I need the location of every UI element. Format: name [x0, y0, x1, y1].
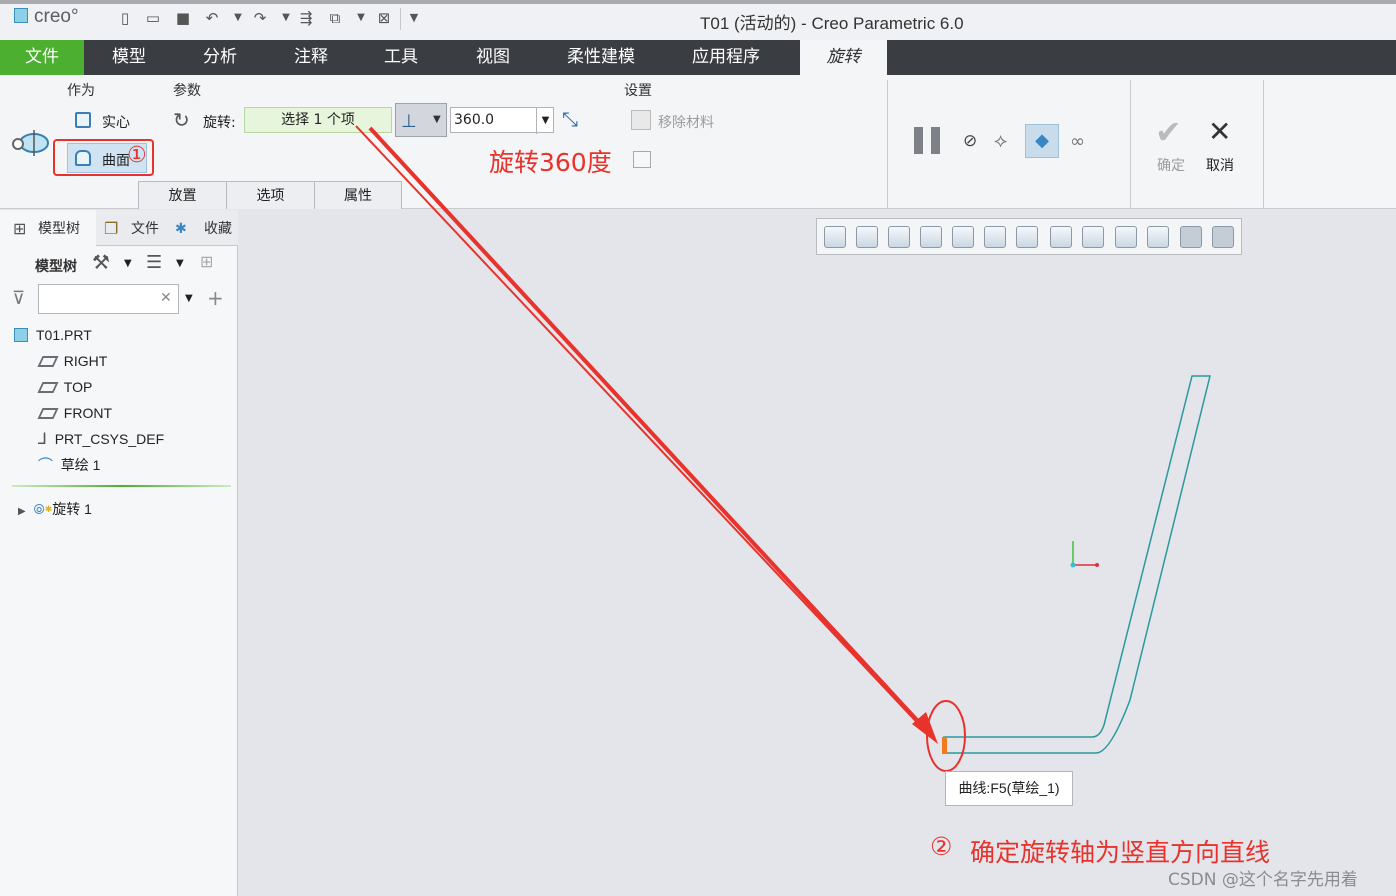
annotation-arrow-thick — [368, 126, 930, 734]
csys-x-tip — [1095, 563, 1099, 567]
annotation-axis-note: 确定旋转轴为竖直方向直线 — [970, 838, 1271, 867]
selection-tooltip: 曲线:F5(草绘_1) — [945, 771, 1073, 806]
csys-origin — [1070, 562, 1076, 568]
watermark: CSDN @这个名字先用着 — [1168, 870, 1358, 890]
annotation-marker-2: ② — [930, 832, 953, 861]
viewport-graphics-overlay — [355, 125, 1211, 772]
selected-edge[interactable] — [942, 737, 947, 754]
annotation-arrow-thin — [355, 125, 927, 733]
